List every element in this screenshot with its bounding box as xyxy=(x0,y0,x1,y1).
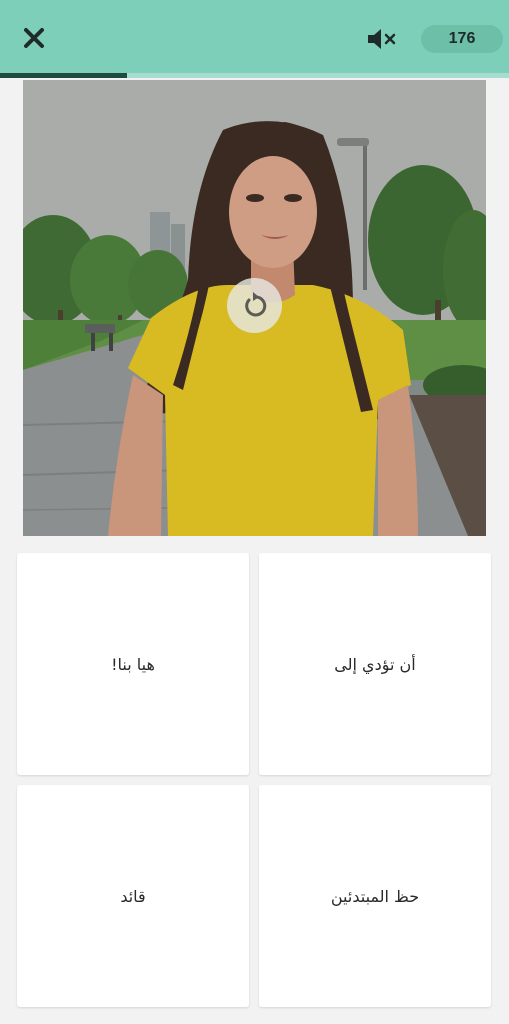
score-badge: 176 xyxy=(421,25,503,53)
video-player[interactable] xyxy=(23,80,486,536)
close-button[interactable] xyxy=(18,22,50,54)
close-icon xyxy=(24,28,44,48)
choice-label: قائد xyxy=(120,886,146,906)
choice-card-1[interactable]: أن تؤدي إلى xyxy=(259,553,491,775)
replay-button[interactable] xyxy=(227,278,282,333)
progress-fill xyxy=(0,73,128,78)
progress-bar xyxy=(0,73,509,78)
choice-card-4[interactable]: قائد xyxy=(17,785,249,1007)
replay-icon xyxy=(244,291,266,316)
top-bar: 176 xyxy=(0,0,509,73)
choice-label: أن تؤدي إلى xyxy=(334,654,416,674)
choice-card-3[interactable]: حظ المبتدئين xyxy=(259,785,491,1007)
choice-card-2[interactable]: هيا بنا! xyxy=(17,553,249,775)
score-value: 176 xyxy=(448,30,476,47)
mute-button[interactable] xyxy=(362,24,402,54)
speaker-muted-icon xyxy=(368,29,396,49)
choice-label: حظ المبتدئين xyxy=(330,886,420,906)
choice-label: هيا بنا! xyxy=(111,654,155,674)
